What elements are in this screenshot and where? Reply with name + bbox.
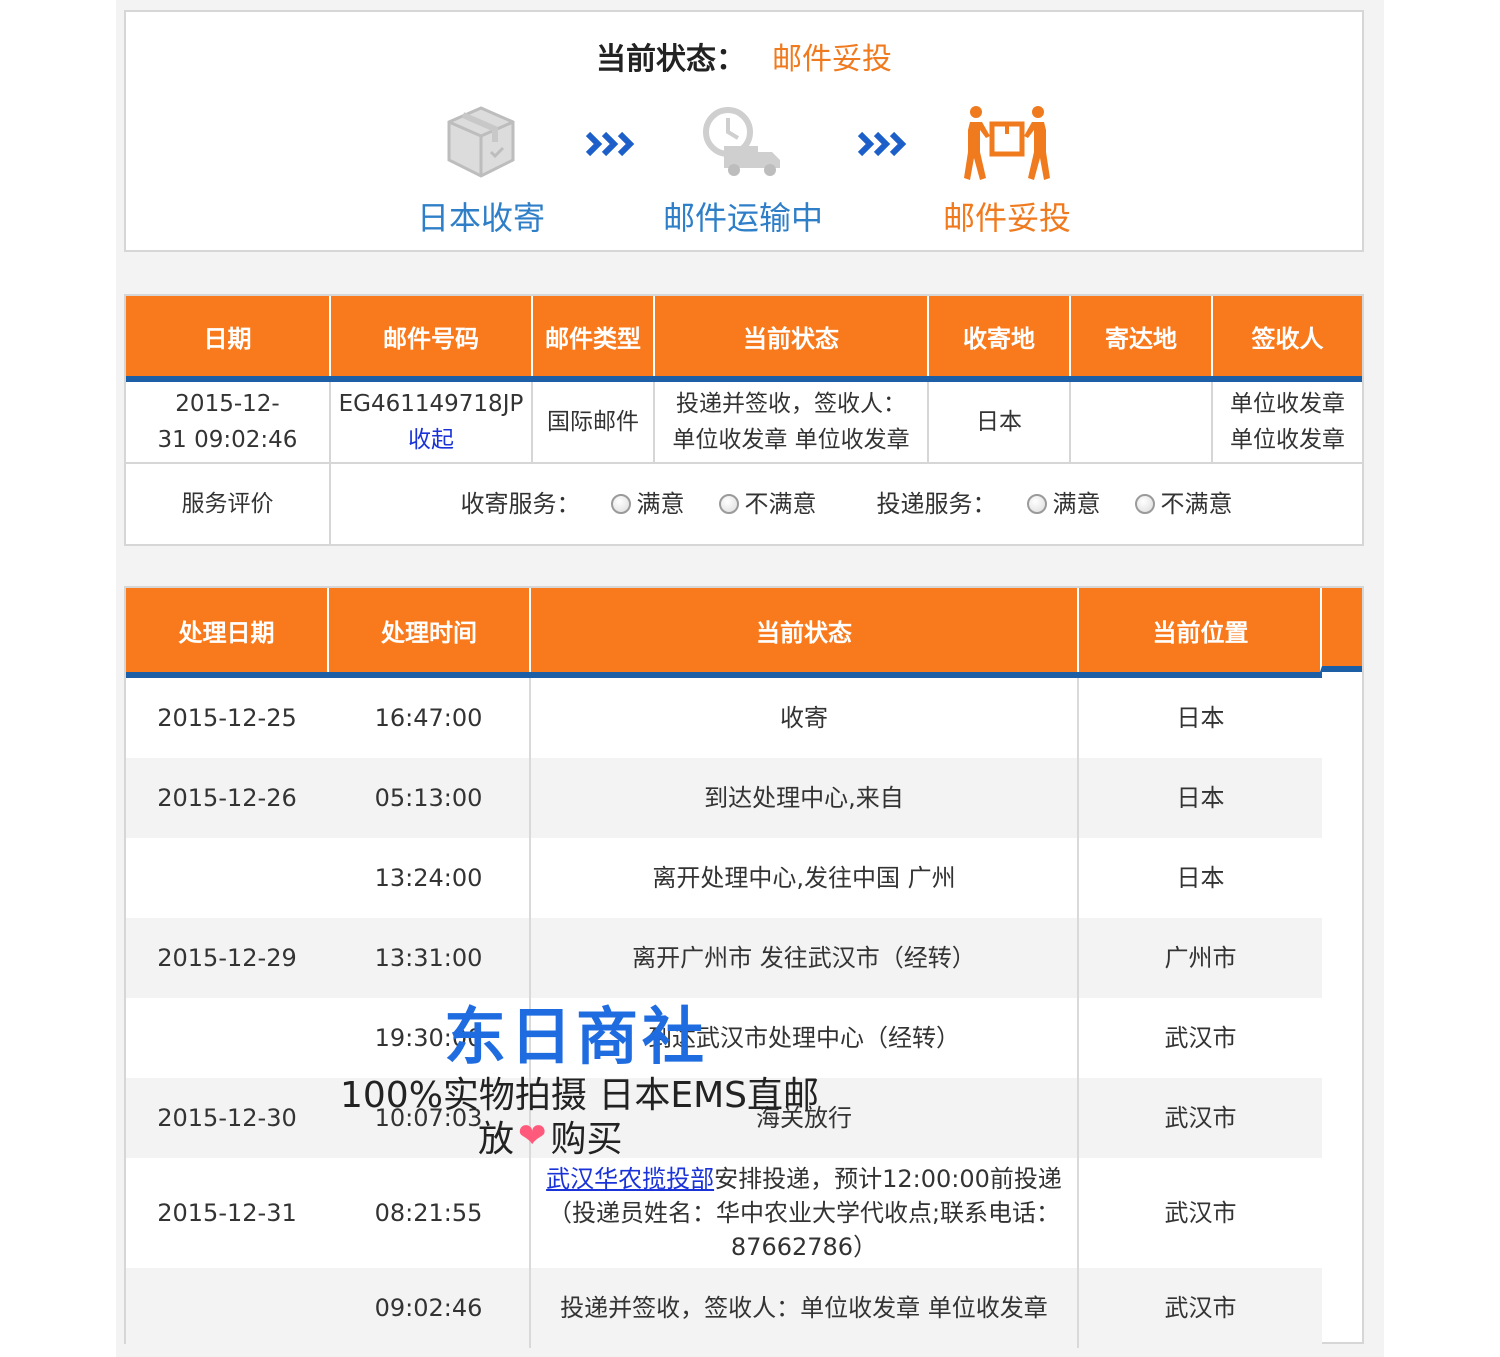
triple-chevron-right-icon [585, 131, 635, 157]
table-row: 2015-12-29 13:31:00 离开广州市 发往武汉市（经转） 广州市 [126, 918, 1322, 998]
watermark-title: 东日商社 [444, 1000, 709, 1073]
table-row: 2015-12-31 08:21:55 武汉华农揽投部安排投递，预计12:00:… [126, 1158, 1322, 1268]
cell-origin: 日本 [928, 379, 1071, 464]
header-mail-type: 邮件类型 [532, 296, 655, 382]
cell-date: 2015-12- 31 09:02:46 [126, 379, 331, 464]
service-rating-label: 服务评价 [126, 463, 331, 544]
status-panel: 当前状态： 邮件妥投 日本收寄 邮件运输中 邮件妥投 [124, 10, 1364, 252]
mail-number: EG461149718JP [338, 391, 524, 417]
radio-icon[interactable] [1134, 494, 1155, 514]
header-current-status: 当前状态 [530, 588, 1079, 678]
collapse-link[interactable]: 收起 [408, 427, 454, 453]
table-row: 2015-12- 31 09:02:46 EG461149718JP 收起 国际… [126, 379, 1362, 464]
delivery-unsatisfied-radio[interactable]: 不满意 [1134, 486, 1233, 522]
triple-chevron-right-icon [857, 131, 907, 157]
header-signer: 签收人 [1212, 296, 1362, 382]
current-status-value: 邮件妥投 [772, 42, 892, 77]
step-label-delivered: 邮件妥投 [942, 199, 1071, 237]
table-row: 13:24:00 离开处理中心,发往中国 广州 日本 [126, 838, 1322, 918]
cell-destination [1070, 379, 1213, 464]
delivery-truck-icon [648, 96, 838, 188]
header-origin: 收寄地 [928, 296, 1071, 382]
delivery-satisfied-radio[interactable]: 满意 [1026, 486, 1101, 522]
header-process-date: 处理日期 [126, 588, 329, 678]
mail-summary-table: 日期 邮件号码 邮件类型 当前状态 收寄地 寄达地 签收人 2015-12- 3… [124, 294, 1364, 546]
cell-signer: 单位收发章 单位收发章 [1212, 379, 1362, 464]
summary-header-row: 日期 邮件号码 邮件类型 当前状态 收寄地 寄达地 签收人 [126, 296, 1362, 382]
table-row: 09:02:46 投递并签收，签收人：单位收发章 单位收发章 武汉市 [126, 1268, 1322, 1348]
trace-header-row: 处理日期 处理时间 当前状态 当前位置 [126, 588, 1322, 678]
step-delivered: 邮件妥投 [912, 96, 1102, 240]
radio-icon[interactable] [718, 494, 739, 514]
header-current-location: 当前位置 [1078, 588, 1322, 678]
cell-mail-number: EG461149718JP 收起 [330, 379, 533, 464]
pickup-satisfied-radio[interactable]: 满意 [610, 486, 685, 522]
header-filler [1320, 588, 1362, 672]
header-date: 日期 [126, 296, 331, 382]
table-row: 2015-12-26 05:13:00 到达处理中心,来自 日本 [126, 758, 1322, 838]
radio-icon[interactable] [610, 494, 631, 514]
pickup-service-label: 收寄服务： [460, 490, 581, 518]
header-current-status: 当前状态 [654, 296, 929, 382]
pickup-unsatisfied-radio[interactable]: 不满意 [718, 486, 817, 522]
service-rating-row: 服务评价 收寄服务： 满意 不满意 投递服务： 满意 不满意 [126, 463, 1362, 544]
tracking-history-table: 处理日期 处理时间 当前状态 当前位置 2015-12-25 16:47:00 … [124, 586, 1364, 1348]
current-status-line: 当前状态： 邮件妥投 [126, 40, 1362, 80]
radio-icon[interactable] [1026, 494, 1047, 514]
step-label-posted: 日本收寄 [416, 199, 545, 237]
package-box-icon [386, 96, 576, 188]
delivery-office-link[interactable]: 武汉华农揽投部 [546, 1165, 714, 1193]
header-process-time: 处理时间 [328, 588, 531, 678]
step-in-transit: 邮件运输中 [648, 96, 838, 240]
heart-icon: ❤ [518, 1116, 547, 1156]
step-posted: 日本收寄 [386, 96, 576, 240]
header-destination: 寄达地 [1070, 296, 1213, 382]
header-mail-number: 邮件号码 [330, 296, 533, 382]
cell-current-status: 投递并签收，签收人： 单位收发章 单位收发章 [654, 379, 929, 464]
delivery-service-label: 投递服务： [876, 490, 997, 518]
cell-mail-type: 国际邮件 [532, 379, 655, 464]
table-row: 2015-12-25 16:47:00 收寄 日本 [126, 675, 1322, 758]
step-label-in-transit: 邮件运输中 [662, 199, 823, 237]
people-carrying-box-icon [912, 96, 1102, 188]
current-status-label: 当前状态： [596, 42, 746, 77]
service-rating-options: 收寄服务： 满意 不满意 投递服务： 满意 不满意 [330, 463, 1362, 544]
watermark-tagline: 放 ❤ 购买 [478, 1116, 623, 1160]
